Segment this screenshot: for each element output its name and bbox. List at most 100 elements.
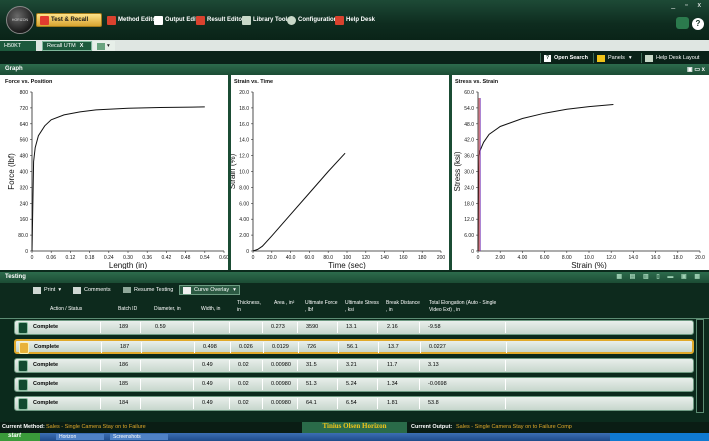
curve-overlay-button[interactable]: Curve Overlay ▾ bbox=[179, 285, 240, 295]
col-thickness[interactable]: Thickness, in bbox=[237, 300, 265, 314]
cell-divider bbox=[419, 379, 420, 390]
col-width[interactable]: Width, in bbox=[201, 306, 220, 313]
col-batch-id[interactable]: Batch ID bbox=[118, 306, 137, 313]
cell-divider bbox=[262, 322, 263, 333]
test-status-icon[interactable] bbox=[18, 398, 28, 410]
cell-batch: 184 bbox=[119, 400, 129, 406]
x-tick-label: 160 bbox=[399, 255, 408, 261]
window-controls[interactable]: _ ▫ x bbox=[665, 2, 705, 12]
cell-divider bbox=[193, 379, 194, 390]
y-tick-label: 24.0 bbox=[464, 185, 474, 191]
resume-testing-button[interactable]: Resume Testing bbox=[120, 285, 176, 295]
cell-break: 11.7 bbox=[387, 362, 398, 368]
chart-stress-strain[interactable]: Stress vs. Strain 0 6.00 12.0 18.0 24.0 30.0 3… bbox=[452, 77, 708, 270]
taskbar-item-horizon[interactable]: Horizon bbox=[56, 434, 104, 440]
chart-title: Force vs. Position bbox=[5, 79, 53, 85]
chart-force-position[interactable]: Force vs. Position 0 80.0 160 240 320 400 480 5… bbox=[2, 77, 229, 270]
x-tick-label: 4.00 bbox=[518, 255, 528, 261]
cell-area: 0.00980 bbox=[271, 362, 291, 368]
cell-divider bbox=[377, 322, 378, 333]
chart-title: Stress vs. Strain bbox=[455, 79, 499, 85]
y-tick-label: 80.0 bbox=[18, 233, 28, 239]
help-desk-layout-button[interactable]: Help Desk Layout bbox=[641, 53, 702, 63]
graph-section-title: Graph bbox=[5, 66, 23, 72]
cell-status: Complete bbox=[33, 324, 59, 330]
horizon-logo[interactable]: HORIZON bbox=[6, 6, 34, 34]
y-tick-label: 480 bbox=[20, 154, 29, 160]
panels-button[interactable]: Panels ▾ bbox=[593, 53, 635, 63]
menu-help-desk[interactable]: Help Desk bbox=[332, 13, 378, 27]
y-tick-label: 18.0 bbox=[464, 201, 474, 207]
print-button[interactable]: Print ▾ bbox=[30, 285, 64, 295]
col-ultimate-force[interactable]: Ultimate Force , lbf bbox=[305, 300, 339, 314]
current-method-value[interactable]: Sales - Single Camera Stay on to Failure bbox=[46, 424, 146, 430]
y-tick-label: 12.0 bbox=[239, 154, 249, 160]
cell-divider bbox=[377, 360, 378, 371]
test-status-icon[interactable] bbox=[18, 360, 28, 372]
cell-divider bbox=[194, 342, 195, 353]
x-axis-label: Strain (%) bbox=[571, 261, 607, 269]
cell-divider bbox=[378, 342, 379, 353]
current-output-value[interactable]: Sales - Single Camera Stay on to Failure… bbox=[456, 424, 572, 430]
test-status-icon[interactable] bbox=[18, 379, 28, 391]
test-status-icon[interactable] bbox=[18, 322, 28, 334]
y-tick-label: 6.00 bbox=[239, 201, 249, 207]
cell-divider bbox=[262, 398, 263, 409]
y-tick-label: 20.0 bbox=[239, 90, 249, 96]
col-total-elongation[interactable]: Total Elongation (Auto - Single Video Ex… bbox=[429, 300, 509, 314]
x-tick-label: 60.0 bbox=[305, 255, 315, 261]
resume-icon bbox=[123, 287, 131, 293]
cell-divider bbox=[505, 322, 506, 333]
cell-divider bbox=[262, 379, 263, 390]
col-break-distance[interactable]: Break Distance , in bbox=[386, 300, 422, 314]
cell-divider bbox=[229, 360, 230, 371]
current-output-label: Current Output: bbox=[411, 424, 453, 430]
menu-test-recall[interactable]: Test & Recall bbox=[36, 13, 102, 27]
y-tick-label: 640 bbox=[20, 122, 29, 128]
col-diameter[interactable]: Diameter, in bbox=[154, 306, 181, 313]
cell-divider bbox=[338, 342, 339, 353]
table-row[interactable]: Complete 186 0.49 0.02 0.00980 31.5 3.21 11.7 3.… bbox=[14, 358, 694, 373]
col-ultimate-stress[interactable]: Ultimate Stress , ksi bbox=[345, 300, 380, 314]
cell-divider bbox=[140, 379, 141, 390]
chart-strain-time[interactable]: Strain vs. Time 0 2.00 4.00 6.00 8.00 10.0 12.… bbox=[228, 77, 449, 270]
cell-divider bbox=[505, 379, 506, 390]
start-button[interactable]: start bbox=[0, 433, 40, 441]
new-tab-button[interactable]: ▾ bbox=[93, 41, 115, 51]
tab-close-icon[interactable]: X bbox=[80, 43, 84, 49]
series-line bbox=[31, 106, 205, 252]
cell-divider bbox=[140, 360, 141, 371]
y-tick-label: 6.00 bbox=[464, 233, 474, 239]
x-tick-label: 6.00 bbox=[540, 255, 550, 261]
tab-h50kt[interactable]: H50KT bbox=[0, 41, 36, 51]
y-tick-label: 720 bbox=[20, 106, 29, 112]
testing-view-icons[interactable]: ▦ ▤ ▥ ▯ ▬ ▣ ▦ bbox=[616, 273, 703, 280]
y-tick-label: 16.0 bbox=[239, 122, 249, 128]
table-row[interactable]: Complete 187 0.498 0.026 0.0129 726 56.1 13.7 0.… bbox=[14, 339, 694, 354]
help-icon[interactable]: ? bbox=[692, 18, 704, 30]
tab-recall-utm[interactable]: Recall UTM X bbox=[42, 41, 92, 51]
x-tick-label: 40.0 bbox=[286, 255, 296, 261]
taskbar-item-screenshots[interactable]: Screenshots bbox=[110, 434, 168, 440]
camera-icon[interactable] bbox=[676, 17, 689, 29]
table-row[interactable]: Complete 184 0.49 0.02 0.00980 64.1 6.54 1.81 53… bbox=[14, 396, 694, 411]
cell-divider bbox=[263, 342, 264, 353]
open-search-button[interactable]: ? Open Search bbox=[540, 53, 591, 63]
comments-button[interactable]: Comments bbox=[70, 285, 114, 295]
table-row[interactable]: Complete 185 0.49 0.02 0.00980 51.3 5.24 1.34 -0… bbox=[14, 377, 694, 392]
print-label: Print bbox=[44, 287, 56, 293]
menu-label: Test & Recall bbox=[51, 17, 89, 23]
test-status-icon[interactable] bbox=[19, 342, 29, 354]
table-row[interactable]: Complete 189 0.59 0.273 3590 13.1 2.16 -9.58 bbox=[14, 320, 694, 335]
cell-divider bbox=[337, 398, 338, 409]
col-status[interactable]: Action / Status bbox=[50, 306, 82, 313]
status-bar: Current Method: Sales - Single Camera St… bbox=[0, 422, 709, 433]
resume-label: Resume Testing bbox=[134, 287, 174, 293]
y-tick-label: 14.0 bbox=[239, 138, 249, 144]
cell-break: 1.34 bbox=[387, 381, 398, 387]
table-scrollbar[interactable] bbox=[696, 319, 704, 413]
cell-divider bbox=[505, 360, 506, 371]
graph-panel-controls[interactable]: ▣ ▭ x bbox=[687, 66, 705, 73]
y-tick-label: 160 bbox=[20, 217, 29, 223]
col-area[interactable]: Area , in² bbox=[274, 300, 299, 307]
